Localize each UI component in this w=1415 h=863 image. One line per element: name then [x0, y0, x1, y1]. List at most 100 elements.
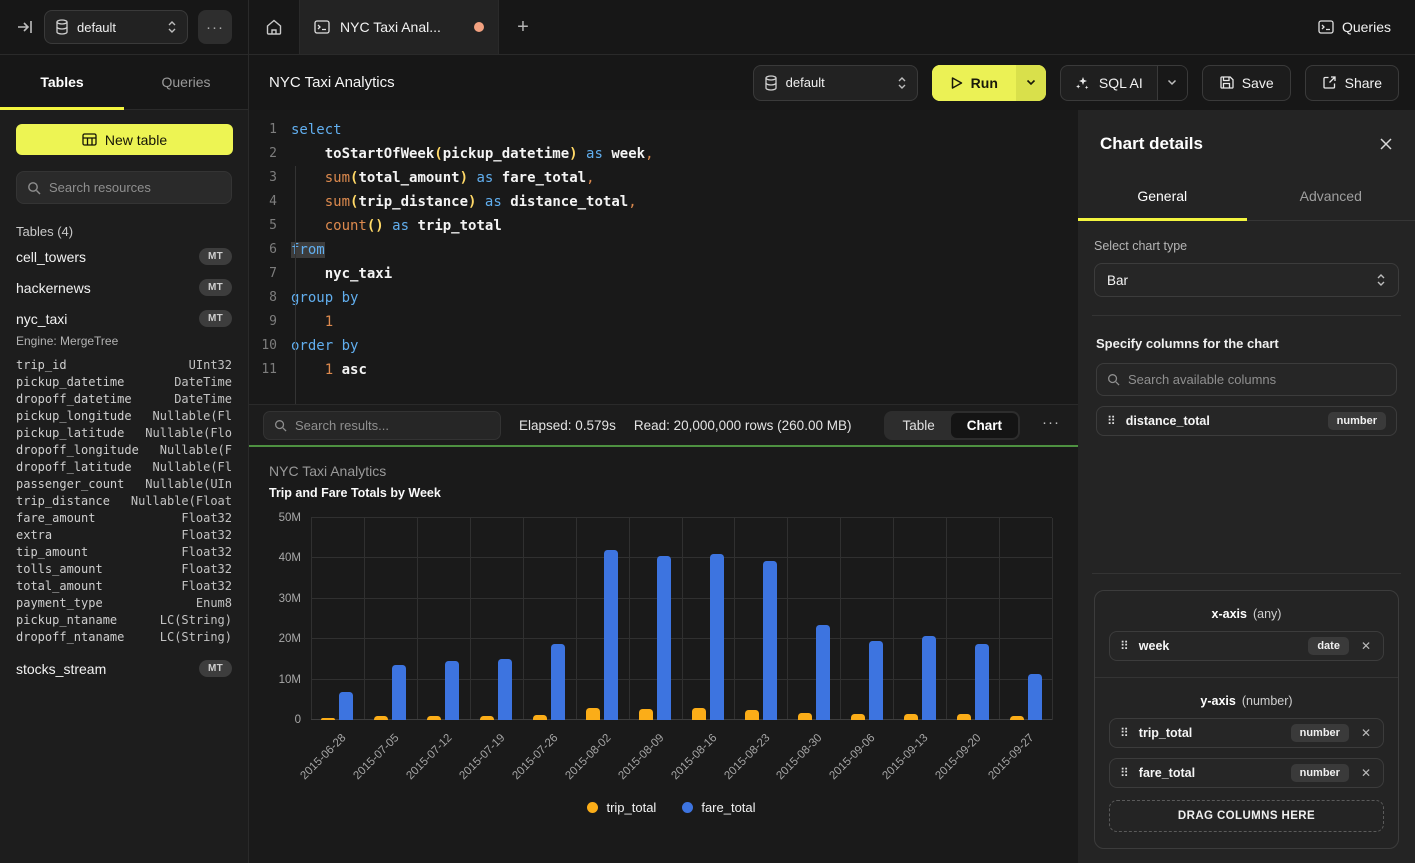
bar-fare_total[interactable] — [392, 665, 406, 720]
drag-handle-icon[interactable]: ⠿ — [1120, 726, 1129, 740]
resource-search-input[interactable] — [49, 180, 225, 195]
table-row-stocks-stream[interactable]: stocks_stream MT — [0, 653, 248, 684]
x-axis-chip-week[interactable]: ⠿ week date ✕ — [1109, 631, 1384, 661]
column-row-dropoff_longitude[interactable]: dropoff_longitudeNullable(F — [0, 441, 248, 458]
run-database-selector[interactable]: default — [753, 65, 918, 101]
run-button[interactable]: Run — [932, 65, 1016, 101]
bar-trip_total[interactable] — [639, 709, 653, 720]
database-selector[interactable]: default — [44, 10, 188, 44]
y-axis-section: y-axis(number) ⠿ trip_total number ✕ ⠿ f… — [1095, 677, 1398, 848]
new-table-button[interactable]: New table — [16, 124, 233, 155]
column-row-passenger_count[interactable]: passenger_count Nullable(UIn — [0, 475, 248, 492]
results-more-button[interactable]: ··· — [1038, 414, 1064, 437]
sidebar-tab-queries[interactable]: Queries — [124, 55, 248, 109]
bar-fare_total[interactable] — [445, 661, 459, 720]
drag-handle-icon[interactable]: ⠿ — [1107, 414, 1116, 428]
column-row-trip_id[interactable]: trip_idUInt32 — [0, 356, 248, 373]
column-row-tip_amount[interactable]: tip_amountFloat32 — [0, 543, 248, 560]
bar-trip_total[interactable] — [745, 710, 759, 721]
view-toggle-table[interactable]: Table — [886, 413, 950, 438]
bar-trip_total[interactable] — [692, 708, 706, 720]
remove-chip-button[interactable]: ✕ — [1359, 639, 1373, 653]
tab-advanced[interactable]: Advanced — [1247, 174, 1415, 220]
bar-fare_total[interactable] — [710, 554, 724, 720]
column-name: passenger_count — [16, 477, 124, 491]
sidebar-tabs: Tables Queries — [0, 55, 249, 110]
sqlai-options-caret[interactable] — [1157, 66, 1187, 100]
column-row-pickup_ntaname[interactable]: pickup_ntanameLC(String) — [0, 611, 248, 628]
bar-fare_total[interactable] — [551, 644, 565, 720]
table-name: nyc_taxi — [16, 311, 199, 327]
table-row-cell-towers[interactable]: cell_towers MT — [0, 241, 248, 272]
new-tab-button[interactable]: + — [499, 0, 547, 54]
close-panel-button[interactable] — [1379, 137, 1393, 151]
bar-fare_total[interactable] — [816, 625, 830, 720]
remove-chip-button[interactable]: ✕ — [1359, 766, 1373, 780]
remove-chip-button[interactable]: ✕ — [1359, 726, 1373, 740]
code-text: sum(total_amount) as fare_total, — [291, 166, 595, 190]
bar-trip_total[interactable] — [798, 713, 812, 720]
bar-fare_total[interactable] — [657, 556, 671, 720]
bar-trip_total[interactable] — [586, 708, 600, 720]
column-search-input[interactable] — [1128, 372, 1386, 387]
column-row-pickup_datetime[interactable]: pickup_datetimeDateTime — [0, 373, 248, 390]
view-toggle-chart[interactable]: Chart — [951, 413, 1018, 438]
sidebar-more-button[interactable]: ··· — [198, 10, 232, 44]
column-row-pickup_latitude[interactable]: pickup_latitudeNullable(Flo — [0, 424, 248, 441]
code-text: count() as trip_total — [291, 214, 502, 238]
tab-title: NYC Taxi Anal... — [340, 19, 464, 35]
sidebar-tab-tables[interactable]: Tables — [0, 55, 124, 109]
column-row-payment_type[interactable]: payment_typeEnum8 — [0, 594, 248, 611]
legend-item-trip_total[interactable]: trip_total — [587, 800, 656, 815]
drag-handle-icon[interactable]: ⠿ — [1120, 766, 1129, 780]
bar-fare_total[interactable] — [975, 644, 989, 720]
column-type: UInt32 — [189, 358, 232, 372]
column-row-extra[interactable]: extraFloat32 — [0, 526, 248, 543]
column-type: Float32 — [181, 545, 232, 559]
sql-editor[interactable]: 1select2 toStartOfWeek(pickup_datetime) … — [249, 110, 1078, 404]
bar-fare_total[interactable] — [763, 561, 777, 720]
sqlai-button[interactable]: SQL AI — [1061, 66, 1157, 100]
column-type: Nullable(UIn — [145, 477, 232, 491]
run-options-caret[interactable] — [1016, 65, 1046, 101]
results-search-input[interactable] — [295, 418, 490, 433]
available-column-distance-total[interactable]: ⠿ distance_total number — [1096, 406, 1397, 436]
bar-fare_total[interactable] — [1028, 674, 1042, 720]
y-axis-chip-fare-total[interactable]: ⠿ fare_total number ✕ — [1109, 758, 1384, 788]
bar-chart-plot[interactable]: 010M20M30M40M50M — [311, 518, 1052, 720]
bar-fare_total[interactable] — [498, 659, 512, 720]
drag-handle-icon[interactable]: ⠿ — [1120, 639, 1129, 653]
table-row-nyc-taxi[interactable]: nyc_taxi MT — [0, 303, 248, 334]
column-name: extra — [16, 528, 52, 542]
home-button[interactable] — [249, 0, 299, 54]
tab-general[interactable]: General — [1078, 174, 1247, 220]
save-button[interactable]: Save — [1202, 65, 1291, 101]
column-row-dropoff_ntaname[interactable]: dropoff_ntanameLC(String) — [0, 628, 248, 645]
drag-columns-dropzone[interactable]: DRAG COLUMNS HERE — [1109, 800, 1384, 832]
bar-group-2015-06-28 — [311, 518, 364, 720]
bar-fare_total[interactable] — [339, 692, 353, 720]
bar-fare_total[interactable] — [922, 636, 936, 720]
tab-nyc-taxi-analytics[interactable]: NYC Taxi Anal... — [299, 0, 499, 54]
legend-label: fare_total — [701, 800, 755, 815]
table-row-hackernews[interactable]: hackernews MT — [0, 272, 248, 303]
column-row-dropoff_latitude[interactable]: dropoff_latitudeNullable(Fl — [0, 458, 248, 475]
column-row-fare_amount[interactable]: fare_amountFloat32 — [0, 509, 248, 526]
bar-fare_total[interactable] — [604, 550, 618, 720]
code-text: order by — [291, 334, 358, 358]
column-row-dropoff_datetime[interactable]: dropoff_datetimeDateTime — [0, 390, 248, 407]
column-row-tolls_amount[interactable]: tolls_amountFloat32 — [0, 560, 248, 577]
legend-item-fare_total[interactable]: fare_total — [682, 800, 755, 815]
column-row-trip_distance[interactable]: trip_distanceNullable(Float — [0, 492, 248, 509]
y-axis-chip-trip-total[interactable]: ⠿ trip_total number ✕ — [1109, 718, 1384, 748]
column-row-pickup_longitude[interactable]: pickup_longitudeNullable(Fl — [0, 407, 248, 424]
queries-button[interactable]: Queries — [1294, 0, 1415, 54]
column-row-total_amount[interactable]: total_amountFloat32 — [0, 577, 248, 594]
sidebar-collapse-button[interactable] — [16, 18, 34, 36]
panel-tabs: General Advanced — [1078, 174, 1415, 221]
bar-fare_total[interactable] — [869, 641, 883, 720]
column-name: pickup_ntaname — [16, 613, 117, 627]
engine-info: Engine: MergeTree — [0, 334, 248, 354]
share-button[interactable]: Share — [1305, 65, 1399, 101]
chart-type-select[interactable]: Bar — [1094, 263, 1399, 297]
